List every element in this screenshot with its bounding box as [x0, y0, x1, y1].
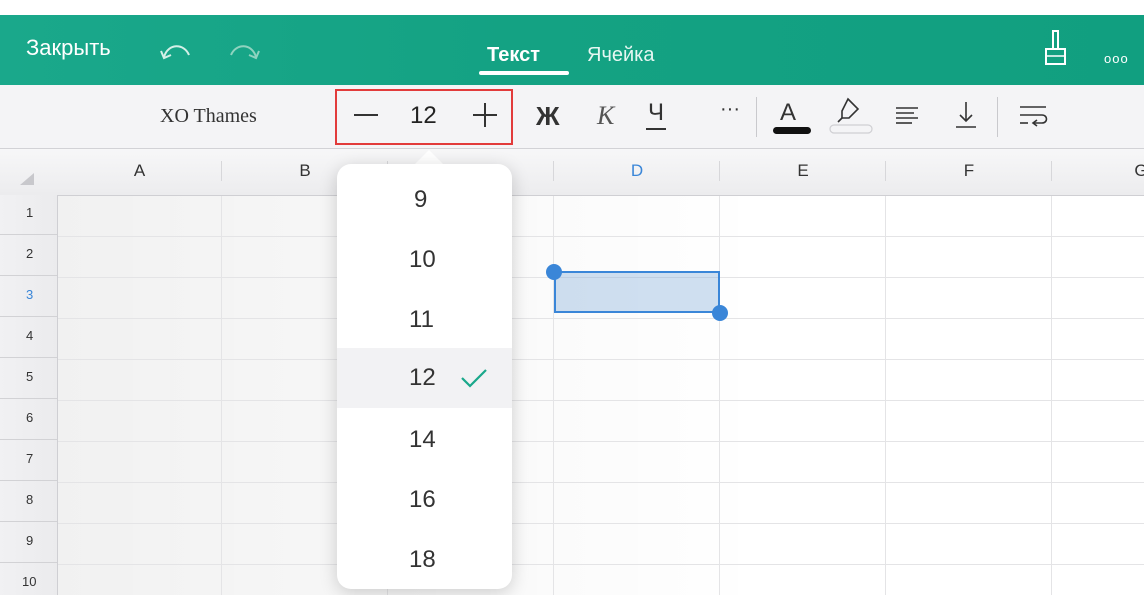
underline-label: Ч [648, 99, 664, 126]
underline-button[interactable]: Ч [646, 99, 666, 130]
font-size-option-label: 14 [409, 426, 436, 453]
row-divider [0, 439, 57, 440]
select-all-corner[interactable] [20, 173, 34, 185]
font-size-option-label: 11 [409, 306, 434, 333]
font-size-popover: 9 10 11 12 14 16 18 [337, 164, 512, 589]
column-header-d[interactable]: D [554, 161, 720, 181]
selected-cell-d3[interactable] [554, 271, 720, 313]
column-gridline [553, 196, 554, 595]
text-color-swatch-icon [773, 127, 811, 134]
row-header-2[interactable]: 2 [26, 246, 33, 261]
underline-bar [646, 128, 666, 130]
row-header-4[interactable]: 4 [26, 328, 33, 343]
font-size-option-label: 12 [409, 364, 436, 391]
selection-handle-bottom-right[interactable] [712, 305, 728, 321]
row-header-8[interactable]: 8 [26, 492, 33, 507]
column-gridline [221, 196, 222, 595]
spreadsheet-grid: A B C D E F G 1 2 3 4 5 6 7 8 9 10 [0, 149, 1144, 595]
font-size-option-label: 18 [409, 546, 436, 573]
font-size-option-label: 16 [409, 486, 436, 513]
active-tab-indicator [479, 71, 569, 75]
font-size-option-11[interactable]: 11 [337, 290, 512, 350]
tab-text[interactable]: Текст [487, 44, 540, 67]
font-size-option-label: 10 [409, 246, 436, 273]
row-divider [0, 521, 57, 522]
font-size-option-18[interactable]: 18 [337, 530, 512, 590]
text-color-label: A [780, 99, 797, 126]
row-header-10[interactable]: 10 [22, 574, 36, 589]
more-format-button[interactable]: ··· [720, 98, 740, 121]
row-header-column: 1 2 3 4 5 6 7 8 9 10 [0, 195, 58, 595]
font-size-option-label: 9 [414, 186, 428, 213]
checkmark-icon [461, 369, 487, 388]
column-gridline [885, 196, 886, 595]
row-header-9[interactable]: 9 [26, 533, 33, 548]
column-gridline [1051, 196, 1052, 595]
column-header-f[interactable]: F [886, 161, 1052, 181]
highlight-color-icon[interactable] [828, 93, 874, 137]
font-size-option-16[interactable]: 16 [337, 470, 512, 530]
cell-area[interactable] [58, 196, 1144, 595]
format-toolbar: XO Thames 12 Ж К Ч ··· A [0, 85, 1144, 149]
close-button[interactable]: Закрыть [26, 35, 111, 61]
more-options-icon[interactable]: ooo [1104, 51, 1129, 66]
row-header-7[interactable]: 7 [26, 451, 33, 466]
align-bottom-icon[interactable] [953, 99, 979, 131]
row-divider [0, 234, 57, 235]
column-header-g[interactable]: G [1126, 161, 1144, 181]
wrap-text-icon[interactable] [1018, 103, 1050, 129]
toolbar-divider [997, 97, 998, 137]
bold-button[interactable]: Ж [536, 101, 560, 132]
tab-cell[interactable]: Ячейка [587, 44, 654, 67]
selection-handle-top-left[interactable] [546, 264, 562, 280]
column-header-row: A B C D E F G [0, 149, 1144, 196]
row-divider [0, 398, 57, 399]
column-gridline [719, 196, 720, 595]
popover-arrow [415, 150, 443, 164]
column-header-a[interactable]: A [57, 161, 222, 181]
row-header-3[interactable]: 3 [26, 287, 33, 302]
font-size-increase-button[interactable] [472, 100, 498, 130]
top-bar: Закрыть Текст Ячейка ooo [0, 15, 1144, 85]
font-name-button[interactable]: XO Thames [160, 105, 257, 128]
row-divider [0, 357, 57, 358]
row-header-6[interactable]: 6 [26, 410, 33, 425]
italic-button[interactable]: К [597, 101, 614, 131]
row-header-1[interactable]: 1 [26, 205, 33, 220]
align-left-icon[interactable] [894, 105, 920, 127]
row-divider [0, 275, 57, 276]
paintbrush-icon[interactable] [1044, 29, 1068, 69]
column-divider [1051, 161, 1052, 181]
text-color-button[interactable]: A [780, 99, 796, 127]
font-size-option-14[interactable]: 14 [337, 410, 512, 470]
font-size-option-12[interactable]: 12 [337, 348, 512, 408]
font-size-option-10[interactable]: 10 [337, 230, 512, 290]
toolbar-divider [756, 97, 757, 137]
row-divider [0, 562, 57, 563]
font-size-value[interactable]: 12 [410, 102, 437, 130]
row-divider [0, 480, 57, 481]
row-divider [0, 316, 57, 317]
font-size-option-9[interactable]: 9 [337, 170, 512, 230]
row-header-5[interactable]: 5 [26, 369, 33, 384]
undo-icon[interactable] [158, 37, 194, 65]
column-header-e[interactable]: E [720, 161, 886, 181]
redo-icon[interactable] [226, 37, 262, 65]
font-size-decrease-button[interactable] [353, 100, 379, 130]
